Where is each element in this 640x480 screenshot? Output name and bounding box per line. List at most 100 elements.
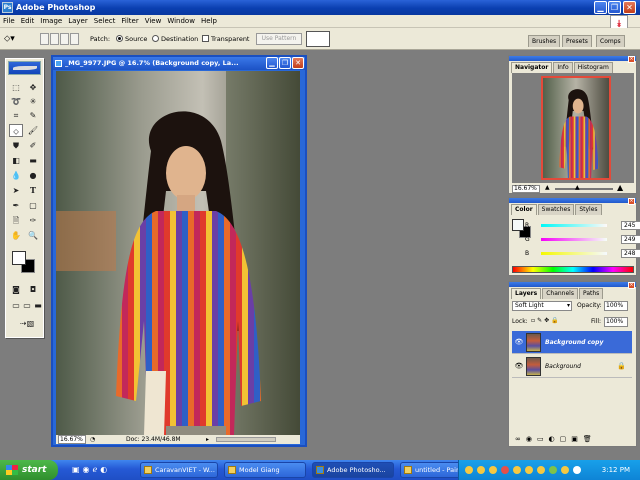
add-selection-icon[interactable] [50,33,59,45]
lock-icons[interactable]: ▫✎✥🔒 [531,317,561,324]
adobe-feather-icon[interactable] [8,61,41,75]
doc-minimize-button[interactable]: ▁ [266,57,278,69]
marquee-tool-icon[interactable]: ⬚ [9,81,23,94]
menu-layer[interactable]: Layer [65,15,91,28]
menu-view[interactable]: View [142,15,165,28]
tray-icon[interactable] [477,466,485,474]
menu-file[interactable]: File [0,15,18,28]
new-selection-icon[interactable] [40,33,49,45]
tray-icon[interactable] [549,466,557,474]
tab-channels[interactable]: Channels [542,288,578,299]
tray-icon[interactable] [561,466,569,474]
path-select-icon[interactable]: ➤ [9,184,23,197]
tab-layers[interactable]: Layers [511,288,542,299]
crop-tool-icon[interactable]: ⌗ [9,109,23,122]
blend-mode-select[interactable]: Soft Light ▾ [512,301,572,311]
pattern-picker[interactable] [306,31,330,47]
tab-navigator[interactable]: Navigator [511,62,553,73]
navigator-zoom-slider[interactable] [555,188,613,190]
menu-image[interactable]: Image [37,15,65,28]
menu-edit[interactable]: Edit [18,15,38,28]
source-radio[interactable]: Source [116,28,147,50]
slice-tool-icon[interactable]: ✎ [26,109,40,122]
navigator-preview-area[interactable] [512,73,634,183]
tab-info[interactable]: Info [553,62,573,73]
patch-tool-icon[interactable]: ⬦ [9,124,23,137]
transparent-checkbox[interactable]: Transparent [202,28,249,50]
tab-paths[interactable]: Paths [578,288,604,299]
standard-mode-icon[interactable]: ◙ [9,283,23,296]
dodge-tool-icon[interactable]: ● [26,169,40,182]
lasso-tool-icon[interactable]: ➰ [9,95,23,108]
start-button[interactable]: start [0,460,58,480]
doc-info-menu-icon[interactable]: ▸ [206,435,209,444]
task-model-giang[interactable]: Model Giang [224,462,306,478]
menu-window[interactable]: Window [164,15,198,28]
tray-icon[interactable] [513,466,521,474]
quick-launch-icons[interactable]: ▣◉ℯ◐ [72,465,132,475]
close-button[interactable]: ✕ [623,1,636,14]
tab-histogram[interactable]: Histogram [573,62,613,73]
intersect-selection-icon[interactable] [70,33,79,45]
well-tab-comps[interactable]: Comps [596,35,625,47]
tray-icon[interactable] [465,466,473,474]
tray-icon[interactable] [501,466,509,474]
doc-zoom-field[interactable]: 16.67% [58,435,86,444]
color-ramp[interactable] [512,266,634,273]
fill-field[interactable]: 100% [604,317,628,327]
doc-history-icon[interactable]: ◔ [90,435,95,444]
menu-select[interactable]: Select [91,15,119,28]
layer-row-background-copy[interactable]: 👁 Background copy [512,331,632,354]
blur-tool-icon[interactable]: 💧 [9,169,23,182]
well-tab-presets[interactable]: Presets [562,35,592,47]
history-brush-icon[interactable]: ✐ [26,139,40,152]
green-value[interactable]: 249 [621,235,640,244]
patch-tool-preset-icon[interactable]: ⬦▾ [4,28,28,50]
use-pattern-button[interactable]: Use Pattern [256,33,302,45]
maximize-button[interactable]: ❐ [608,1,621,14]
notes-tool-icon[interactable]: 🗎 [9,214,23,227]
eraser-tool-icon[interactable]: ◧ [9,154,23,167]
tray-icon[interactable] [537,466,545,474]
zoom-out-icon[interactable]: ▲ [545,184,550,191]
blue-value[interactable]: 248 [621,249,640,258]
palette-close-icon[interactable]: × [628,282,635,289]
tab-swatches[interactable]: Swatches [537,204,575,215]
jump-to-imageready-icon[interactable]: ⇢▧ [16,317,38,330]
type-tool-icon[interactable]: T [26,184,40,197]
palette-close-icon[interactable]: × [628,56,635,63]
doc-horizontal-scrollbar[interactable] [216,437,276,442]
magic-wand-icon[interactable]: ✳ [26,95,40,108]
gradient-tool-icon[interactable]: ▬ [26,154,40,167]
menu-help[interactable]: Help [198,15,220,28]
clone-stamp-icon[interactable]: ⛊ [9,139,23,152]
navigator-zoom-field[interactable]: 16.67% [512,185,540,193]
hand-tool-icon[interactable]: ✋ [9,229,23,242]
eyedropper-icon[interactable]: ✑ [26,214,40,227]
red-value[interactable]: 245 [621,221,640,230]
tab-styles[interactable]: Styles [575,204,602,215]
blue-slider[interactable] [541,252,607,255]
move-tool-icon[interactable]: ✥ [26,81,40,94]
eye-icon[interactable]: 👁 [514,355,524,378]
tab-color[interactable]: Color [511,204,537,215]
tray-icon[interactable] [525,466,533,474]
zoom-tool-icon[interactable]: 🔍 [26,229,40,242]
palette-title-bar[interactable] [509,198,636,203]
tray-icon[interactable] [489,466,497,474]
zoom-in-icon[interactable]: ▲ [617,183,623,192]
quickmask-mode-icon[interactable]: ◘ [26,283,40,296]
palette-title-bar[interactable] [509,56,636,61]
doc-maximize-button[interactable]: ❐ [279,57,291,69]
pen-tool-icon[interactable]: ✒ [9,199,23,212]
layer-row-background[interactable]: 👁 Background 🔒 [512,355,632,378]
palette-title-bar[interactable] [509,282,636,287]
task-photoshop[interactable]: Adobe Photosho... [312,462,394,478]
well-tab-brushes[interactable]: Brushes [528,35,561,47]
app-title-bar[interactable]: Ps Adobe Photoshop ▁ ❐ ✕ [0,0,640,15]
green-slider[interactable] [541,238,607,241]
screen-mode-full-icon[interactable]: ▬ [31,299,45,312]
eye-icon[interactable]: 👁 [514,331,524,354]
destination-radio[interactable]: Destination [152,28,198,50]
subtract-selection-icon[interactable] [60,33,69,45]
